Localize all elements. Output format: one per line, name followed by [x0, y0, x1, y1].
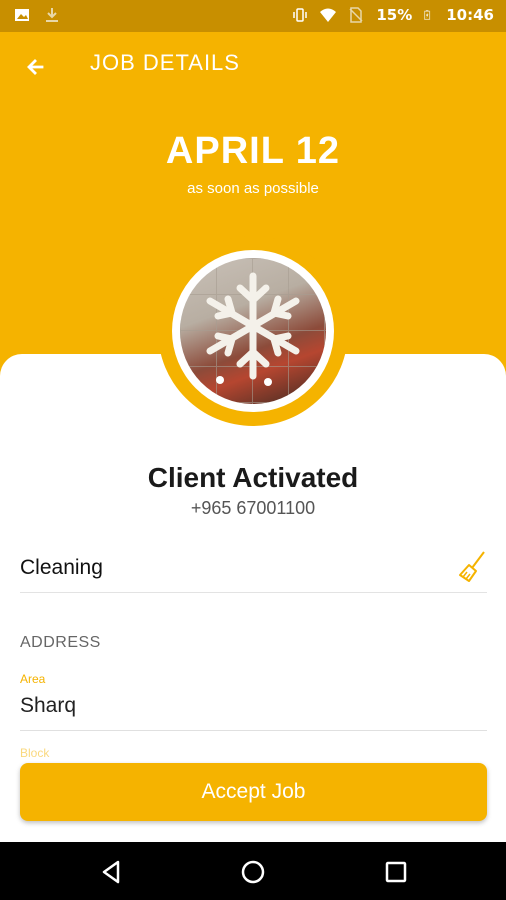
service-label: Cleaning	[20, 556, 103, 579]
image-icon	[15, 9, 29, 21]
back-button[interactable]	[20, 52, 50, 82]
broom-icon	[459, 551, 485, 582]
area-divider	[20, 730, 487, 731]
home-circle-icon[interactable]	[239, 858, 267, 886]
block-label: Block	[20, 746, 50, 760]
recents-square-icon[interactable]	[382, 858, 410, 886]
status-time: 10:46	[446, 6, 494, 24]
avatar	[180, 258, 326, 404]
no-sim-icon	[349, 7, 363, 23]
accept-job-button[interactable]: Accept Job	[20, 763, 487, 821]
page-title: JOB DETAILS	[90, 50, 240, 75]
status-bar: 15% 10:46	[0, 0, 506, 32]
battery-percent: 15%	[376, 6, 413, 24]
wifi-icon	[320, 8, 337, 22]
download-icon	[46, 8, 58, 22]
area-value: Sharq	[20, 694, 77, 717]
back-triangle-icon[interactable]	[98, 858, 126, 886]
job-date: APRIL 12	[165, 130, 341, 172]
client-phone[interactable]: +965 67001100	[0, 498, 506, 519]
system-nav-bar	[0, 842, 506, 900]
area-label: Area	[20, 672, 46, 686]
arrow-left-icon	[27, 59, 44, 75]
client-name: Client Activated	[147, 462, 359, 493]
service-row: Cleaning	[20, 548, 487, 593]
battery-charging-icon	[424, 10, 431, 20]
address-heading: ADDRESS	[20, 634, 101, 651]
snowflake-photo	[206, 272, 300, 386]
vibrate-icon	[293, 8, 308, 22]
job-time-note: as soon as possible	[187, 180, 319, 197]
